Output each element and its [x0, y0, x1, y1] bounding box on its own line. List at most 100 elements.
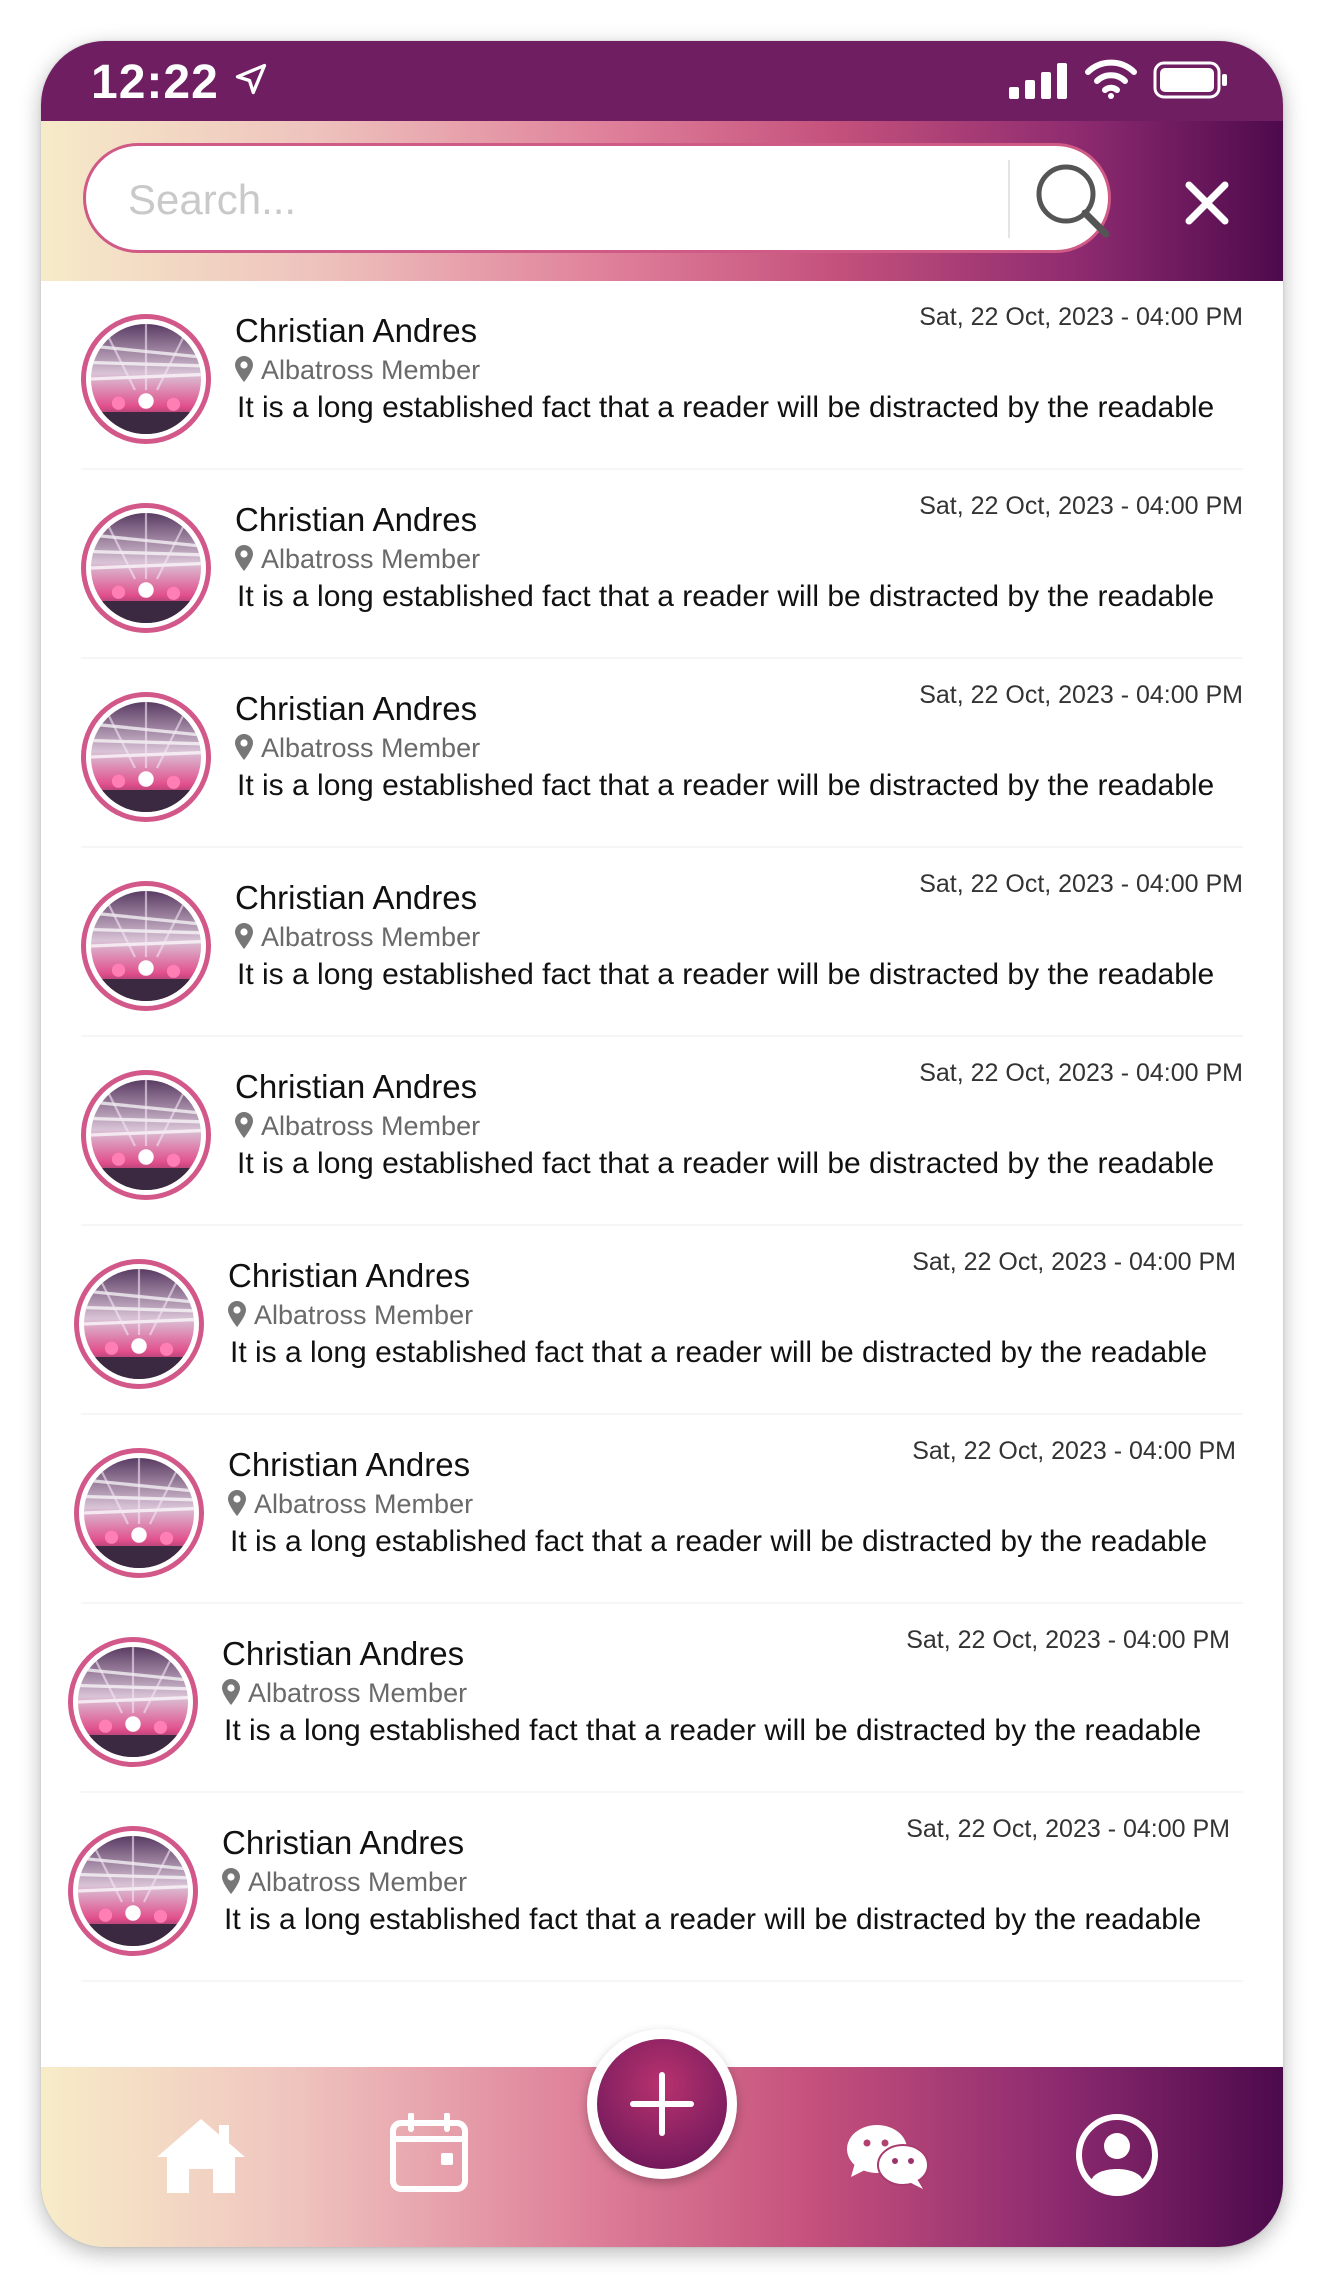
- message-date: Sat, 22 Oct, 2023 - 04:00 PM: [919, 303, 1243, 331]
- location-pin-icon: [235, 734, 253, 760]
- message-date: Sat, 22 Oct, 2023 - 04:00 PM: [906, 1815, 1230, 1843]
- sender-role: Albatross Member: [222, 1867, 467, 1898]
- add-icon: [630, 2072, 694, 2136]
- location-pin-icon: [235, 545, 253, 571]
- sender-name: Christian Andres: [235, 501, 478, 538]
- sender-name: Christian Andres: [235, 690, 478, 727]
- message-preview: It is a long established fact that a rea…: [237, 769, 1215, 802]
- profile-icon: [1076, 2114, 1158, 2196]
- add-button-circle: [597, 2039, 727, 2169]
- sender-role-label: Albatross Member: [261, 922, 481, 952]
- sender-name: Christian Andres: [228, 1446, 471, 1483]
- sender-role-label: Albatross Member: [254, 1300, 474, 1330]
- close-icon: [1185, 181, 1229, 225]
- avatar: [74, 1259, 204, 1389]
- message-item[interactable]: Christian Andres Albatross Member It is a …: [41, 470, 1283, 659]
- avatar: [81, 881, 211, 1011]
- sender-role-label: Albatross Member: [261, 1111, 481, 1141]
- avatar: [68, 1826, 198, 1956]
- message-date: Sat, 22 Oct, 2023 - 04:00 PM: [919, 492, 1243, 520]
- message-item[interactable]: Christian Andres Albatross Member It is a …: [41, 848, 1283, 1037]
- message-preview: It is a long established fact that a rea…: [237, 958, 1215, 991]
- nav-profile[interactable]: [1075, 2113, 1159, 2202]
- message-preview: It is a long established fact that a rea…: [224, 1903, 1202, 1936]
- location-pin-icon: [235, 356, 253, 382]
- row-divider: [81, 1980, 1243, 1982]
- search-icon: [1036, 164, 1110, 238]
- message-list: Christian Andres Albatross Member It is a …: [41, 281, 1283, 1982]
- message-item[interactable]: Christian Andres Albatross Member It is a …: [41, 1415, 1283, 1604]
- message-preview: It is a long established fact that a rea…: [230, 1525, 1208, 1558]
- sender-role: Albatross Member: [235, 355, 480, 386]
- message-item[interactable]: Christian Andres Albatross Member It is a …: [41, 1226, 1283, 1415]
- avatar-photo: [91, 891, 201, 1001]
- location-pin-icon: [235, 1112, 253, 1138]
- avatar: [74, 1448, 204, 1578]
- sender-role: Albatross Member: [235, 733, 480, 764]
- cellular-signal-icon: [1009, 63, 1069, 104]
- avatar-photo: [84, 1269, 194, 1379]
- message-item[interactable]: Christian Andres Albatross Member It is a …: [41, 659, 1283, 848]
- message-item[interactable]: Christian Andres Albatross Member It is a …: [41, 1604, 1283, 1793]
- message-preview: It is a long established fact that a rea…: [230, 1336, 1208, 1369]
- avatar: [68, 1637, 198, 1767]
- sender-name: Christian Andres: [222, 1824, 465, 1861]
- message-date: Sat, 22 Oct, 2023 - 04:00 PM: [912, 1248, 1236, 1276]
- phone-screen: 12:22 Search... Christian Andres Albatro…: [41, 41, 1283, 2247]
- status-bar: 12:22: [41, 41, 1283, 121]
- location-arrow-icon: [233, 61, 269, 102]
- avatar-photo: [91, 702, 201, 812]
- message-item[interactable]: Christian Andres Albatross Member It is a …: [41, 1037, 1283, 1226]
- avatar-photo: [91, 513, 201, 623]
- location-pin-icon: [222, 1679, 240, 1705]
- search-header: [41, 121, 1283, 281]
- nav-chat[interactable]: [845, 2123, 929, 2196]
- sender-role-label: Albatross Member: [261, 544, 481, 574]
- message-preview: It is a long established fact that a rea…: [224, 1714, 1202, 1747]
- nav-home[interactable]: [153, 2115, 249, 2200]
- status-time: 12:22: [91, 56, 219, 109]
- avatar-photo: [78, 1647, 188, 1757]
- message-preview: It is a long established fact that a rea…: [237, 391, 1215, 424]
- location-pin-icon: [228, 1301, 246, 1327]
- search-field: [83, 143, 1111, 253]
- sender-role: Albatross Member: [235, 544, 480, 575]
- avatar-photo: [78, 1836, 188, 1946]
- wifi-icon: [1085, 59, 1137, 104]
- message-date: Sat, 22 Oct, 2023 - 04:00 PM: [919, 1059, 1243, 1087]
- avatar-photo: [84, 1458, 194, 1568]
- search-divider: [1008, 160, 1010, 238]
- sender-role-label: Albatross Member: [261, 733, 481, 763]
- sender-role-label: Albatross Member: [248, 1867, 468, 1897]
- search-input[interactable]: [126, 166, 1010, 234]
- sender-role: Albatross Member: [235, 1111, 480, 1142]
- add-button[interactable]: [587, 2029, 737, 2179]
- avatar: [81, 314, 211, 444]
- avatar: [81, 1070, 211, 1200]
- message-date: Sat, 22 Oct, 2023 - 04:00 PM: [912, 1437, 1236, 1465]
- sender-role: Albatross Member: [228, 1300, 473, 1331]
- home-icon: [157, 2119, 245, 2193]
- sender-role: Albatross Member: [235, 922, 480, 953]
- sender-name: Christian Andres: [235, 312, 478, 349]
- sender-name: Christian Andres: [222, 1635, 465, 1672]
- avatar-photo: [91, 324, 201, 434]
- avatar-photo: [91, 1080, 201, 1190]
- sender-role-label: Albatross Member: [254, 1489, 474, 1519]
- nav-calendar[interactable]: [389, 2112, 469, 2198]
- location-pin-icon: [228, 1490, 246, 1516]
- location-pin-icon: [222, 1868, 240, 1894]
- avatar: [81, 503, 211, 633]
- message-date: Sat, 22 Oct, 2023 - 04:00 PM: [906, 1626, 1230, 1654]
- calendar-icon: [390, 2112, 468, 2192]
- avatar: [81, 692, 211, 822]
- close-search-button[interactable]: [1183, 179, 1231, 227]
- sender-role: Albatross Member: [222, 1678, 467, 1709]
- search-button[interactable]: [1028, 156, 1118, 246]
- message-item[interactable]: Christian Andres Albatross Member It is a …: [41, 1793, 1283, 1982]
- message-date: Sat, 22 Oct, 2023 - 04:00 PM: [919, 681, 1243, 709]
- message-item[interactable]: Christian Andres Albatross Member It is a …: [41, 281, 1283, 470]
- sender-name: Christian Andres: [228, 1257, 471, 1294]
- message-date: Sat, 22 Oct, 2023 - 04:00 PM: [919, 870, 1243, 898]
- message-preview: It is a long established fact that a rea…: [237, 1147, 1215, 1180]
